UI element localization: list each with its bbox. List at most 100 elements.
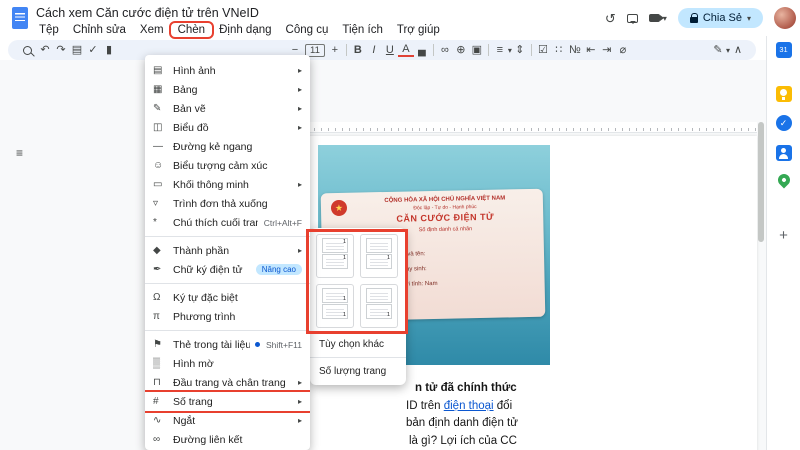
insert-menu-item-ban-ve[interactable]: ✎ Bản vẽ ▸ [145, 99, 310, 118]
insert-menu-item-phuong-trinh[interactable]: π Phương trình [145, 307, 310, 326]
insert-menu-item-hinh-mo[interactable]: ▒ Hình mờ [145, 354, 310, 373]
highlight-color-icon[interactable]: ▄ [414, 44, 430, 56]
submenu-arrow-icon: ▸ [297, 85, 302, 94]
submenu-arrow-icon: ▸ [297, 246, 302, 255]
menubar-item-cong-cu[interactable]: Công cụ [279, 23, 336, 37]
document-outline-icon[interactable]: ≡ [16, 146, 23, 160]
horizontal-ruler[interactable] [237, 122, 757, 133]
menubar-item-tro-giup[interactable]: Trợ giúp [390, 23, 447, 37]
insert-menu-item-duong-ke-ngang[interactable]: — Đường kẻ ngang [145, 137, 310, 156]
bold-icon[interactable]: B [350, 44, 366, 56]
search-icon[interactable] [23, 45, 32, 55]
insert-menu-item-the-trong-tai-lieu[interactable]: ⚑ Thẻ trong tài liệu Shift+F11 [145, 335, 310, 354]
redo-icon[interactable]: ↷ [53, 44, 69, 56]
insert-menu-item-chu-thich-cuoi-trang[interactable]: * Chú thích cuối trang Ctrl+Alt+F [145, 213, 310, 232]
line-spacing-icon[interactable]: ⇕ [512, 44, 528, 56]
table-icon: ▦ [153, 84, 163, 95]
font-size-increase-icon[interactable]: + [327, 44, 343, 56]
google-docs-window: Cách xem Căn cước điện tử trên VNeID Tệp… [0, 0, 800, 450]
insert-menu-item-khoi-thong-minh[interactable]: ▭ Khối thông minh ▸ [145, 175, 310, 194]
premium-badge: Nâng cao [255, 264, 302, 275]
insert-menu-item-hinh-anh[interactable]: ▤ Hình ảnh ▸ [145, 61, 310, 80]
maps-icon[interactable] [775, 171, 792, 189]
add-comment-icon[interactable]: ⊕ [453, 44, 469, 56]
insert-menu-item-chu-ky-dien-tu[interactable]: ✒ Chữ ký điện tử Nâng cao [145, 260, 310, 279]
text-line: bản định danh điện tử [406, 417, 518, 429]
link-icon: ∞ [153, 434, 161, 445]
titlebar: Cách xem Căn cước điện tử trên VNeID Tệp… [0, 0, 800, 39]
shortcut-label: Ctrl+Alt+F [263, 217, 302, 228]
clear-formatting-icon[interactable]: ⌀ [615, 44, 631, 56]
national-emblem-icon: ★ [330, 199, 348, 217]
equation-icon: π [153, 311, 160, 322]
page-count-option[interactable]: Số lượng trang [310, 361, 406, 381]
align-icon[interactable]: ≡ [492, 44, 508, 56]
insert-menu-item-bieu-do[interactable]: ◫ Biểu đồ ▸ [145, 118, 310, 137]
paint-format-icon[interactable]: ▮ [101, 44, 117, 56]
insert-menu-item-trinh-don-tha-xuong[interactable]: ▿ Trình đơn thả xuống [145, 194, 310, 213]
watermark-icon: ▒ [153, 358, 161, 369]
insert-image-icon[interactable]: ▣ [469, 44, 485, 56]
keep-icon[interactable] [775, 86, 792, 102]
undo-icon[interactable]: ↶ [37, 44, 53, 56]
page-number-icon: # [153, 396, 159, 407]
menu-divider [145, 283, 310, 284]
text-color-icon[interactable]: A [397, 43, 414, 57]
indent-increase-icon[interactable]: ⇥ [599, 44, 615, 56]
menubar-item-tep[interactable]: Tệp [32, 23, 66, 37]
insert-menu-item-bang[interactable]: ▦ Bảng ▸ [145, 80, 310, 99]
calendar-icon[interactable]: 31 [775, 42, 792, 58]
scrollbar[interactable] [758, 122, 764, 450]
menu-divider [145, 330, 310, 331]
submenu-arrow-icon: ▸ [297, 378, 302, 387]
menubar-item-xem[interactable]: Xem [133, 23, 171, 37]
menubar-item-chinh-sua[interactable]: Chỉnh sửa [66, 23, 133, 37]
building-blocks-icon: ◆ [153, 245, 161, 256]
bulleted-list-icon[interactable]: ∷ [551, 44, 567, 56]
contacts-icon[interactable] [775, 145, 792, 161]
meet-button[interactable]: ▾ [648, 14, 667, 23]
insert-menu-item-ngat[interactable]: ∿ Ngắt ▸ [145, 411, 310, 430]
print-icon[interactable]: ▤ [69, 44, 85, 56]
insert-menu-item-dau-trang-va-chan-trang[interactable]: ⊓ Đầu trang và chân trang ▸ [145, 373, 310, 392]
version-history-icon[interactable]: ↺ [605, 12, 616, 25]
page-number-option-footer-from-second-page[interactable]: 1 [360, 284, 398, 328]
toolbar-divider [432, 44, 434, 56]
drawing-icon: ✎ [153, 103, 162, 114]
tasks-icon[interactable]: ✓ [775, 115, 792, 131]
hyperlink[interactable]: điện thoại [444, 400, 494, 412]
avatar[interactable] [774, 7, 796, 29]
comments-icon[interactable] [626, 13, 638, 24]
share-button[interactable]: Chia Sẻ ▾ [677, 8, 763, 28]
new-feature-dot [255, 342, 260, 347]
insert-menu-item-duong-lien-ket[interactable]: ∞ Đường liên kết [145, 430, 310, 449]
add-addon-icon[interactable]: + [779, 228, 788, 243]
insert-menu-item-bieu-tuong-cam-xuc[interactable]: ☺ Biểu tượng cảm xúc [145, 156, 310, 175]
submenu-arrow-icon: ▸ [297, 416, 302, 425]
document-title[interactable]: Cách xem Căn cước điện tử trên VNeID [36, 6, 259, 20]
docs-logo-icon[interactable] [12, 7, 28, 29]
insert-menu-item-thanh-phan[interactable]: ◆ Thành phần ▸ [145, 241, 310, 260]
insert-menu-item-so-trang[interactable]: # Số trang ▸ [145, 390, 310, 413]
page-number-options-grid: 1 1 1 1 1 1 [310, 228, 406, 334]
page-number-option-header-from-second-page[interactable]: 1 [360, 234, 398, 278]
insert-link-icon[interactable]: ∞ [437, 44, 453, 56]
underline-icon[interactable]: U [382, 44, 398, 56]
checklist-icon[interactable]: ☑ [535, 44, 551, 56]
editing-mode-icon[interactable]: ✎ [710, 44, 726, 56]
collapse-menus-icon[interactable]: ∧ [730, 44, 746, 56]
scrollbar-thumb[interactable] [758, 122, 764, 242]
video-camera-icon [648, 14, 664, 22]
page-number-option-footer-all-pages[interactable]: 1 1 [316, 284, 354, 328]
italic-icon[interactable]: I [366, 44, 382, 56]
page-number-more-options[interactable]: Tùy chọn khác [310, 334, 406, 354]
menubar-item-dinh-dang[interactable]: Định dạng [212, 23, 278, 37]
spellcheck-icon[interactable]: ✓ [85, 44, 101, 56]
page-number-option-header-all-pages[interactable]: 1 1 [316, 234, 354, 278]
menubar-item-chen[interactable]: Chèn [168, 21, 215, 39]
menubar-item-tien-ich[interactable]: Tiện ích [335, 23, 389, 37]
insert-menu-item-ky-tu-dac-biet[interactable]: Ω Ký tự đặc biệt [145, 288, 310, 307]
indent-decrease-icon[interactable]: ⇤ [583, 44, 599, 56]
font-size-decrease-icon[interactable]: − [287, 44, 303, 56]
numbered-list-icon[interactable]: № [567, 44, 583, 56]
